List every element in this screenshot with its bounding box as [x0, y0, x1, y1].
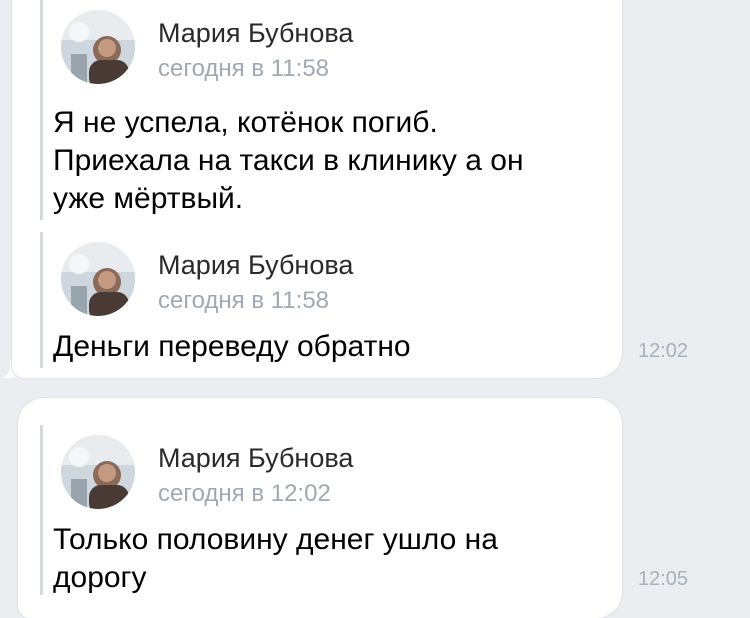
chat-history[interactable]: Мария Бубнова сегодня в 11:58 Я не успел…: [0, 0, 750, 618]
author-name[interactable]: Мария Бубнова: [158, 250, 353, 281]
message-text: Я не успела, котёнок погиб. Приехала на …: [53, 106, 524, 215]
avatar-photo-icon: [61, 435, 135, 509]
message-text: Деньги переведу обратно: [53, 330, 411, 363]
message-text: Только половину денег ушло на дорогу: [53, 523, 498, 594]
forwarded-message[interactable]: Мария Бубнова сегодня в 11:58 Я не успел…: [40, 0, 524, 220]
avatar[interactable]: [61, 10, 135, 84]
avatar[interactable]: [61, 242, 135, 316]
forwarded-message[interactable]: Мария Бубнова сегодня в 11:58 Деньги пер…: [40, 232, 411, 368]
avatar-photo-icon: [61, 242, 135, 316]
author-name[interactable]: Мария Бубнова: [158, 443, 353, 474]
message-time: 12:02: [638, 340, 689, 362]
forward-date: сегодня в 11:58: [158, 287, 330, 314]
forward-date: сегодня в 11:58: [158, 55, 330, 82]
forwarded-message[interactable]: Мария Бубнова сегодня в 12:02 Только пол…: [40, 425, 498, 595]
author-name[interactable]: Мария Бубнова: [158, 18, 353, 49]
avatar-photo-icon: [61, 10, 135, 84]
forward-date: сегодня в 12:02: [158, 480, 331, 507]
avatar[interactable]: [61, 435, 135, 509]
message-time: 12:05: [638, 568, 689, 590]
